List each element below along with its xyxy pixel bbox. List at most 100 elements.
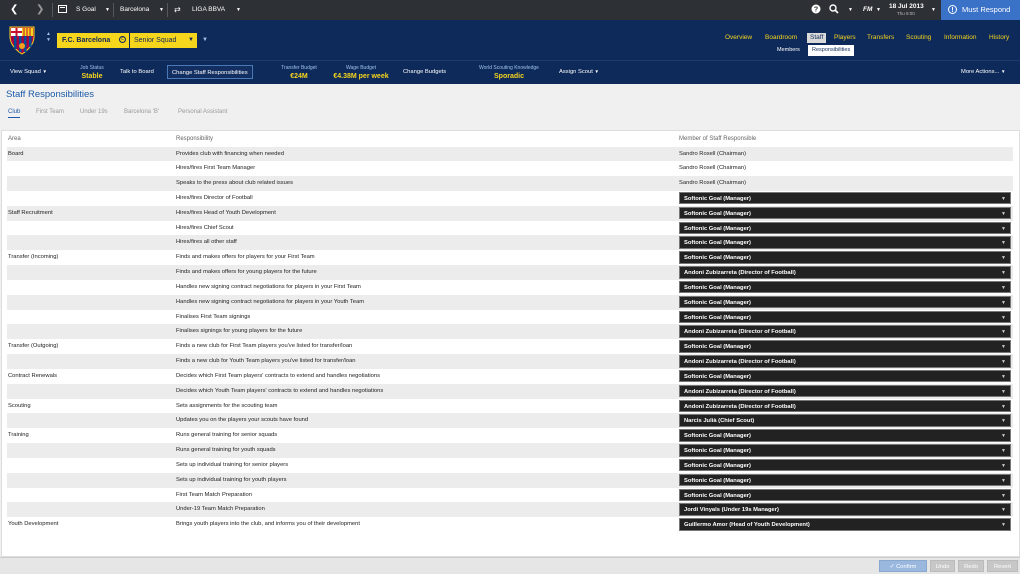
staff-member-select[interactable]: Andoni Zubizarreta (Director of Football… [679, 266, 1011, 279]
staff-member-value: Andoni Zubizarreta (Director of Football… [684, 329, 796, 336]
league-icon: ⇄ [174, 5, 181, 14]
staff-member-select[interactable]: Softonic Goal (Manager) ▼ [679, 473, 1011, 487]
staff-member-select[interactable]: Guillermo Amor (Head of Youth Developmen… [679, 518, 1011, 531]
talk-to-board-button[interactable]: Talk to Board [116, 65, 158, 79]
staff-member-select[interactable]: Softonic Goal (Manager) ▼ [679, 458, 1011, 472]
date-dropdown-icon[interactable]: ▼ [931, 0, 936, 20]
menu-information[interactable]: Information [944, 33, 977, 43]
responsibility-cell: Hires/fires all other staff [176, 239, 237, 246]
manager-dropdown-icon[interactable]: ▼ [105, 0, 110, 20]
staff-member-select[interactable]: Softonic Goal (Manager) ▼ [679, 488, 1011, 502]
responsibility-cell: Speaks to the press about club related i… [176, 180, 293, 187]
view-squad-button[interactable]: View Squad ▼ [6, 65, 51, 79]
menu-history[interactable]: History [989, 33, 1009, 43]
staff-member-select[interactable]: Narcis Julià (Chief Scout) ▼ [679, 414, 1011, 427]
league-name[interactable]: LIGA BBVA [192, 0, 225, 20]
table-row: First Team Match Preparation Softonic Goa… [7, 488, 1013, 503]
more-actions-button[interactable]: More Actions... ▼ [957, 65, 1009, 79]
tab-first-team[interactable]: First Team [36, 109, 64, 115]
staff-member-select[interactable]: Jordi Vinyals (Under 19s Manager) ▼ [679, 503, 1011, 516]
squad-dropdown-icon[interactable]: ▼ [188, 33, 194, 48]
staff-member-cell: Sandro Rosell (Chairman) [679, 150, 747, 157]
confirm-button[interactable]: ✓ Confirm [879, 560, 927, 572]
staff-member-select[interactable]: Softonic Goal (Manager) ▼ [679, 251, 1011, 264]
squad-selector[interactable]: Senior Squad [130, 33, 197, 48]
undo-button[interactable]: Undo [930, 560, 955, 572]
manager-name[interactable]: S Goal [76, 0, 96, 20]
redo-button[interactable]: Redo [958, 560, 984, 572]
staff-member-select[interactable]: Softonic Goal (Manager) ▼ [679, 280, 1011, 294]
manager-icon [58, 0, 67, 20]
staff-member-select[interactable]: Softonic Goal (Manager) ▼ [679, 429, 1011, 442]
fm-menu[interactable]: FM [863, 0, 872, 20]
submenu-responsibilities[interactable]: Responsibilities [808, 45, 855, 56]
change-budgets-button[interactable]: Change Budgets [399, 65, 450, 79]
table-row: Hires/fires all other staff Softonic Goal… [7, 235, 1013, 251]
staff-member-value: Softonic Goal (Manager) [684, 433, 751, 440]
continue-button[interactable]: Must Respond [941, 0, 1020, 20]
staff-member-select[interactable]: Softonic Goal (Manager) ▼ [679, 206, 1011, 220]
staff-member-select[interactable]: Softonic Goal (Manager) ▼ [679, 444, 1011, 457]
club-switch-arrows-icon[interactable]: ▲ ▼ [46, 31, 51, 43]
tab-club[interactable]: Club [8, 109, 21, 118]
tab-barcelona-b[interactable]: Barcelona 'B' [124, 109, 159, 115]
staff-member-select[interactable]: Softonic Goal (Manager) ▼ [679, 369, 1011, 383]
chevron-down-icon: ▼ [1001, 507, 1006, 514]
alert-icon [948, 0, 957, 20]
menu-transfers[interactable]: Transfers [867, 33, 894, 43]
staff-member-select[interactable]: Softonic Goal (Manager) ▼ [679, 191, 1011, 205]
club-dropdown-icon[interactable]: ▼ [159, 0, 164, 20]
menu-boardroom[interactable]: Boardroom [765, 33, 797, 43]
page-title: Staff Responsibilities [6, 89, 95, 100]
revert-button[interactable]: Revert [987, 560, 1018, 572]
back-icon[interactable]: ❮ [10, 0, 18, 20]
table-row: Updates you on the players your scouts h… [7, 413, 1013, 429]
tab-under-19s[interactable]: Under 19s [80, 109, 108, 115]
staff-member-select[interactable]: Softonic Goal (Manager) ▼ [679, 295, 1011, 309]
squad-more-dropdown-icon[interactable]: ▼ [202, 33, 208, 48]
staff-member-select[interactable]: Andoni Zubizarreta (Director of Football… [679, 355, 1011, 368]
search-dropdown-icon[interactable]: ▼ [848, 0, 853, 20]
help-icon[interactable]: ? [811, 0, 821, 20]
column-header-member[interactable]: Member of Staff Responsible [679, 136, 756, 142]
table-row: Finds a new club for Youth Team players … [7, 354, 1013, 369]
wage-budget-value: €4.38M per week [333, 73, 389, 80]
chevron-down-icon: ▼ [1001, 210, 1006, 217]
staff-member-value: Guillermo Amor (Head of Youth Developmen… [684, 522, 810, 529]
staff-member-value: Softonic Goal (Manager) [684, 492, 751, 499]
forward-icon[interactable]: ❯ [36, 0, 44, 20]
staff-member-select[interactable]: Andoni Zubizarreta (Director of Football… [679, 325, 1011, 338]
column-header-responsibility[interactable]: Responsibility [176, 136, 213, 142]
staff-member-select[interactable]: Softonic Goal (Manager) ▼ [679, 340, 1011, 353]
staff-member-select[interactable]: Softonic Goal (Manager) ▼ [679, 221, 1011, 235]
club-info-icon[interactable]: c [119, 36, 126, 43]
area-cell: Staff Recruitment [8, 209, 53, 216]
staff-member-select[interactable]: Andoni Zubizarreta (Director of Football… [679, 399, 1011, 413]
menu-staff[interactable]: Staff [807, 33, 827, 43]
table-row: Finds and makes offers for young players… [7, 265, 1013, 280]
menu-players[interactable]: Players [834, 33, 856, 43]
change-staff-responsibilities-button[interactable]: Change Staff Responsibilities [167, 65, 253, 79]
responsibility-cell: Hires/fires Director of Football [176, 194, 253, 201]
club-name[interactable]: Barcelona [120, 0, 149, 20]
search-icon[interactable] [829, 0, 839, 20]
assign-scout-button[interactable]: Assign Scout ▼ [555, 65, 603, 79]
responsibility-cell: Finds a new club for Youth Team players … [176, 358, 356, 365]
table-row: Board Provides club with financing when n… [7, 146, 1013, 162]
tab-personal-assistant[interactable]: Personal Assistant [178, 109, 227, 115]
column-header-area[interactable]: Area [8, 136, 21, 142]
area-cell: Board [8, 150, 24, 157]
submenu-members[interactable]: Members [773, 45, 804, 56]
staff-member-select[interactable]: Softonic Goal (Manager) ▼ [679, 236, 1011, 249]
chevron-down-icon: ▼ [1001, 462, 1006, 469]
staff-member-select[interactable]: Andoni Zubizarreta (Director of Football… [679, 384, 1011, 398]
chevron-down-icon: ▼ [1001, 477, 1006, 484]
staff-member-value: Softonic Goal (Manager) [684, 240, 751, 247]
staff-member-value: Softonic Goal (Manager) [684, 210, 751, 217]
menu-overview[interactable]: Overview [725, 33, 752, 43]
league-dropdown-icon[interactable]: ▼ [236, 0, 241, 20]
staff-member-select[interactable]: Softonic Goal (Manager) ▼ [679, 310, 1011, 324]
fm-dropdown-icon[interactable]: ▼ [876, 0, 881, 20]
menu-scouting[interactable]: Scouting [906, 33, 931, 43]
scouting-knowledge-label: World Scouting Knowledge [479, 65, 539, 71]
